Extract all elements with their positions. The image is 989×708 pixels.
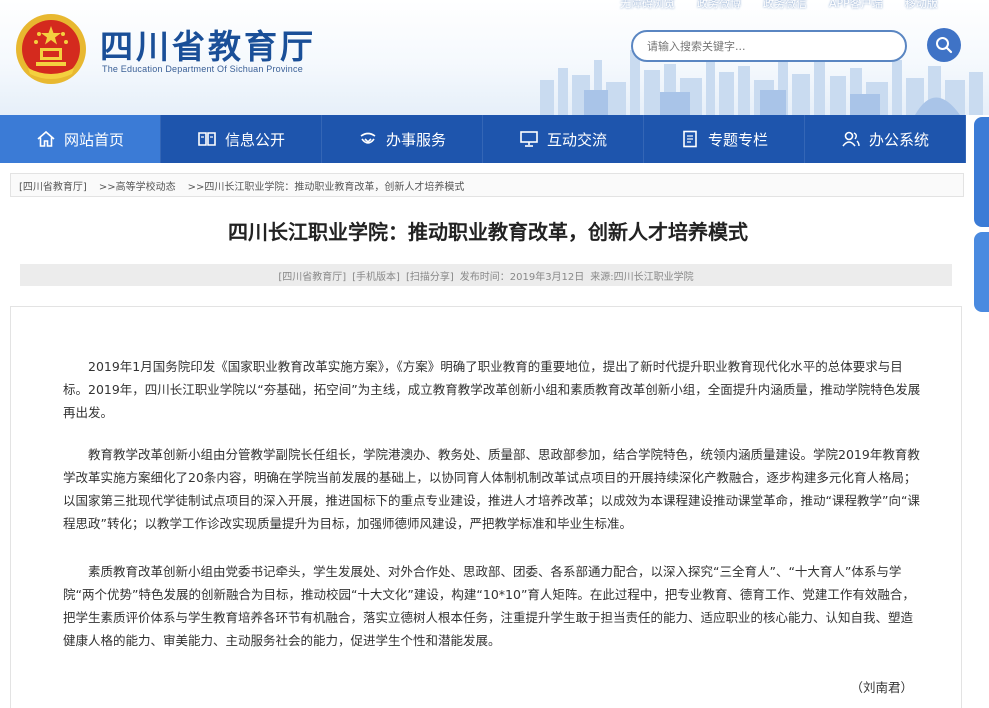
nav-label: 互动交流 (546, 130, 607, 149)
nav-label: 专题专栏 (707, 130, 768, 149)
top-link-wechat[interactable]: 政务微信 (763, 0, 807, 10)
nav-item-topics[interactable]: 专题专栏 (644, 115, 805, 163)
nav-item-home[interactable]: 网站首页 (0, 115, 161, 163)
site-logo-subtitle: The Education Department Of Sichuan Prov… (102, 64, 303, 74)
article-body: 2019年1月国务院印发《国家职业教育改革实施方案》，《方案》明确了职业教育的重… (10, 306, 962, 708)
top-links: 无障碍浏览 政务微博 政务微信 APP客户端 移动版 (620, 0, 960, 10)
breadcrumb: [四川省教育厅] >>高等学校动态 >>四川长江职业学院：推动职业教育改革，创新… (10, 173, 964, 197)
nav-label: 网站首页 (63, 130, 124, 149)
book-icon (198, 132, 216, 146)
meta-origin: 来源:四川长江职业学院 (590, 271, 694, 283)
main-nav: 网站首页 信息公开 办事服务 互动交流 专题专栏 办公系统 (0, 115, 966, 163)
side-float-tab-2[interactable] (974, 232, 989, 312)
search-button[interactable] (927, 28, 961, 62)
meta-share-link[interactable]: [扫描分享] (406, 268, 454, 283)
breadcrumb-current[interactable]: >>四川长江职业学院：推动职业教育改革，创新人才培养模式 (188, 178, 465, 193)
meta-publish-date: 发布时间：2019年3月12日 (459, 271, 585, 283)
nav-item-interaction[interactable]: 互动交流 (483, 115, 644, 163)
breadcrumb-home[interactable]: [四川省教育厅] (19, 178, 87, 193)
meta-mobile-link[interactable]: [手机版本] (352, 268, 400, 283)
article-meta: [四川省教育厅] [手机版本] [扫描分享] 发布时间：2019年3月12日 来… (20, 264, 952, 286)
top-link-mobile[interactable]: 移动版 (905, 0, 938, 10)
monitor-icon (520, 131, 538, 147)
article-author: （刘南君） (850, 680, 913, 695)
nav-label: 办公系统 (868, 130, 929, 149)
users-icon (842, 131, 860, 147)
national-emblem-logo (16, 14, 86, 84)
hands-icon (360, 132, 376, 144)
nav-item-office[interactable]: 办公系统 (805, 115, 966, 163)
nav-item-services[interactable]: 办事服务 (322, 115, 483, 163)
top-link-accessibility[interactable]: 无障碍浏览 (620, 0, 675, 10)
search-input[interactable] (647, 32, 887, 60)
home-icon (37, 130, 55, 147)
breadcrumb-category[interactable]: >>高等学校动态 (99, 178, 176, 193)
nav-label: 信息公开 (224, 130, 285, 149)
site-header: 四川省教育厅 The Education Department Of Sichu… (0, 0, 989, 115)
top-link-weibo[interactable]: 政务微博 (697, 0, 741, 10)
meta-source-link[interactable]: [四川省教育厅] (278, 268, 346, 283)
nav-item-info[interactable]: 信息公开 (161, 115, 322, 163)
side-float-tab[interactable] (974, 117, 989, 227)
search-box (631, 30, 907, 62)
search-icon (936, 37, 953, 54)
article-paragraph: 素质教育改革创新小组由党委书记牵头，学生发展处、对外合作处、思政部、团委、各系部… (63, 564, 915, 648)
site-logo-title[interactable]: 四川省教育厅 (100, 20, 316, 68)
article-paragraph: 2019年1月国务院印发《国家职业教育改革实施方案》，《方案》明确了职业教育的重… (63, 359, 921, 420)
nav-label: 办事服务 (385, 130, 446, 149)
article-paragraph: 教育教学改革创新小组由分管教学副院长任组长，学院港澳办、教务处、质量部、思政部参… (63, 447, 920, 531)
article-title: 四川长江职业学院：推动职业教育改革，创新人才培养模式 (228, 220, 748, 244)
document-icon (683, 130, 697, 148)
top-link-app[interactable]: APP客户端 (829, 0, 883, 10)
